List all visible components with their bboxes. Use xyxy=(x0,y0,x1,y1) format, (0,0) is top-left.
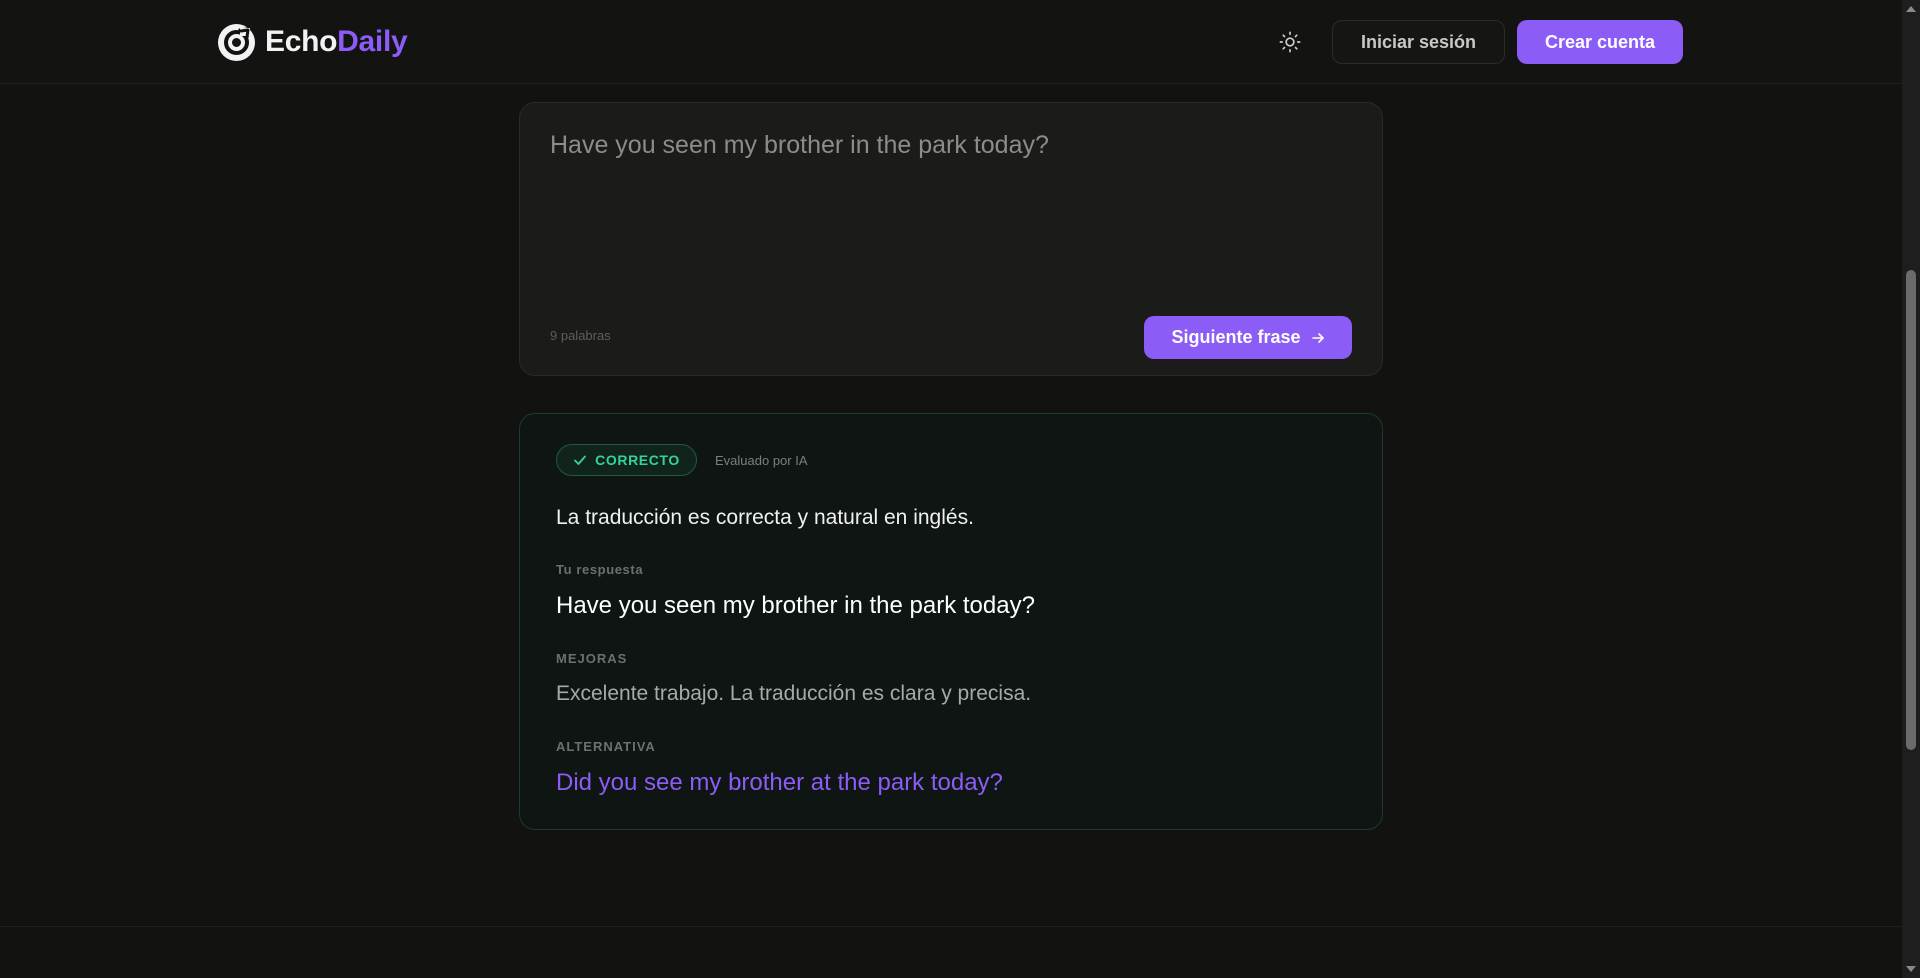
echo-logo-icon xyxy=(218,23,255,61)
login-button[interactable]: Iniciar sesión xyxy=(1332,20,1505,64)
status-badge: CORRECTO xyxy=(556,444,697,476)
footer-divider xyxy=(0,926,1902,927)
alternative-text: Did you see my brother at the park today… xyxy=(556,769,1003,796)
check-icon xyxy=(574,455,587,465)
sun-icon xyxy=(1279,31,1301,53)
feedback-summary: La traducción es correcta y natural en i… xyxy=(556,506,974,529)
brand-name: EchoDaily xyxy=(265,25,408,59)
alternative-heading: ALTERNATIVA xyxy=(556,739,656,754)
scroll-up-arrow-icon[interactable] xyxy=(1905,4,1917,14)
brand-logo[interactable]: EchoDaily xyxy=(218,22,408,62)
arrow-right-icon xyxy=(1311,332,1324,343)
feedback-card: CORRECTO Evaluado por IA La traducción e… xyxy=(519,413,1383,830)
improvements-heading: MEJORAS xyxy=(556,651,628,666)
next-sentence-label: Siguiente frase xyxy=(1171,327,1301,347)
evaluated-by-label: Evaluado por IA xyxy=(715,453,808,468)
next-sentence-button[interactable]: Siguiente frase xyxy=(1144,316,1352,359)
your-answer-text: Have you seen my brother in the park tod… xyxy=(556,592,1035,619)
improvements-text: Excelente trabajo. La traducción es clar… xyxy=(556,682,1032,705)
your-answer-heading: Tu respuesta xyxy=(556,562,644,577)
scrollbar-thumb[interactable] xyxy=(1906,270,1916,750)
create-account-button[interactable]: Crear cuenta xyxy=(1517,20,1683,64)
theme-toggle-button[interactable] xyxy=(1274,26,1306,58)
brand-name-echo: Echo xyxy=(265,25,338,58)
viewport: EchoDaily Iniciar sesión Crear cuenta Ha… xyxy=(0,0,1902,978)
brand-name-daily: Daily xyxy=(337,25,408,58)
status-badge-label: CORRECTO xyxy=(595,452,680,468)
scroll-down-arrow-icon[interactable] xyxy=(1905,964,1917,974)
word-count: 9 palabras xyxy=(550,328,611,343)
top-navigation-bar: EchoDaily Iniciar sesión Crear cuenta xyxy=(0,0,1902,84)
page: EchoDaily Iniciar sesión Crear cuenta Ha… xyxy=(0,0,1920,978)
translation-input-card: Have you seen my brother in the park tod… xyxy=(519,102,1383,376)
translation-input[interactable]: Have you seen my brother in the park tod… xyxy=(550,131,1350,291)
